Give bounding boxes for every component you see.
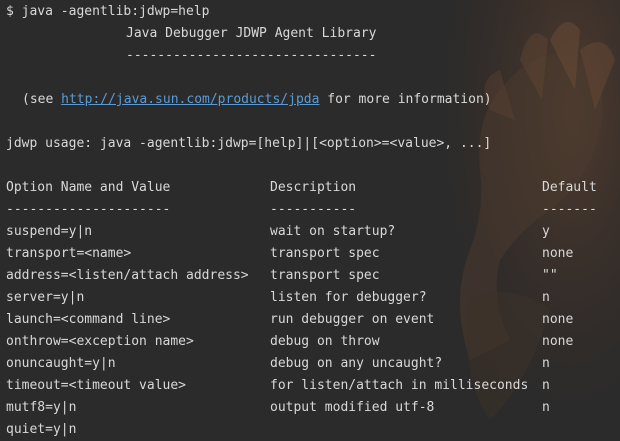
usage-line: jdwp usage: java -agentlib:jdwp=[help]|[…	[6, 136, 492, 151]
option-cell: server=y|n	[6, 290, 85, 305]
default-cell: ""	[542, 268, 558, 283]
default-cell: n	[542, 356, 550, 371]
option-cell: onuncaught=y|n	[6, 356, 116, 371]
option-cell: mutf8=y|n	[6, 400, 77, 415]
jpda-link[interactable]: http://java.sun.com/products/jpda	[61, 92, 319, 107]
header-title: Java Debugger JDWP Agent Library	[126, 26, 377, 41]
default-cell: none	[542, 312, 574, 327]
description-cell: listen for debugger?	[270, 290, 427, 305]
description-cell: debug on any uncaught?	[270, 356, 443, 371]
header-description: Description	[270, 180, 357, 195]
terminal-output: $ java -agentlib:jdwp=help Java Debugger…	[0, 0, 620, 441]
default-cell: n	[542, 290, 550, 305]
rule-option: ---------------------	[6, 202, 171, 217]
default-cell: n	[542, 400, 550, 415]
description-cell: output modified utf-8	[270, 400, 435, 415]
default-cell: none	[542, 246, 574, 261]
option-cell: onthrow=<exception name>	[6, 334, 194, 349]
description-cell: for listen/attach in milliseconds	[270, 378, 529, 393]
see-prefix: (see	[22, 92, 62, 107]
header-default: Default	[542, 180, 597, 195]
option-cell: address=<listen/attach address>	[6, 268, 249, 283]
default-cell: none	[542, 334, 574, 349]
rule-default: -------	[542, 202, 597, 217]
description-cell: debug on throw	[270, 334, 380, 349]
description-cell: wait on startup?	[270, 224, 396, 239]
command-prompt: $ java -agentlib:jdwp=help	[6, 4, 210, 19]
option-cell: launch=<command line>	[6, 312, 171, 327]
option-cell: quiet=y|n	[6, 422, 77, 437]
option-cell: suspend=y|n	[6, 224, 93, 239]
option-cell: transport=<name>	[6, 246, 132, 261]
header-rule: --------------------------------	[126, 48, 377, 63]
rule-description: -----------	[270, 202, 357, 217]
description-cell: transport spec	[270, 268, 380, 283]
see-suffix: for more information)	[319, 92, 492, 107]
default-cell: n	[542, 378, 550, 393]
description-cell: transport spec	[270, 246, 380, 261]
see-line: (see http://java.sun.com/products/jpda f…	[22, 92, 492, 108]
default-cell: y	[542, 224, 550, 239]
description-cell: run debugger on event	[270, 312, 435, 327]
option-cell: timeout=<timeout value>	[6, 378, 187, 393]
header-option: Option Name and Value	[6, 180, 171, 195]
